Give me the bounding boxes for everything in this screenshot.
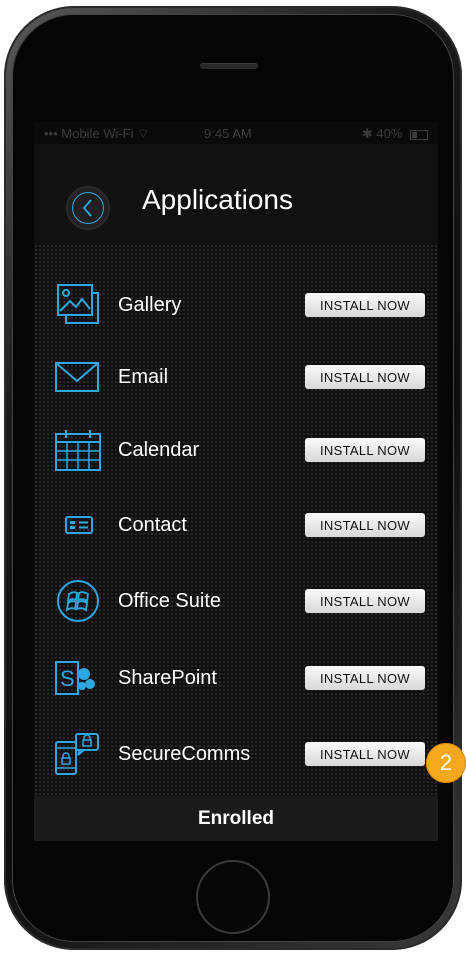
battery-percent: 40% — [376, 126, 403, 141]
status-bar: ••• Mobile Wi-Fi ⌔ 9:45 AM ✱ 40% — [34, 122, 438, 144]
contact-icon — [65, 516, 93, 534]
app-label-sharepoint: SharePoint — [118, 667, 217, 689]
calendar-icon — [55, 430, 101, 471]
app-label-gallery: Gallery — [118, 294, 182, 316]
bluetooth-icon: ✱ — [361, 126, 373, 141]
enrollment-status: Enrolled — [34, 796, 438, 841]
install-button-email[interactable]: INSTALL NOW — [305, 365, 425, 389]
battery-icon — [410, 129, 428, 140]
securecomms-icon — [55, 733, 99, 775]
app-label-office-suite: Office Suite — [118, 590, 222, 612]
install-button-securecomms[interactable]: INSTALL NOW — [305, 742, 425, 766]
install-button-contact[interactable]: INSTALL NOW — [305, 513, 425, 537]
install-button-calendar[interactable]: INSTALL NOW — [305, 438, 425, 462]
screen: ••• Mobile Wi-Fi ⌔ 9:45 AM ✱ 40% Applica… — [34, 122, 438, 841]
install-button-sharepoint[interactable]: INSTALL NOW — [305, 666, 425, 690]
gallery-icon — [57, 284, 99, 324]
install-button-office-suite[interactable]: INSTALL NOW — [305, 589, 425, 613]
list-item: Calendar INSTALL NOW — [34, 420, 438, 480]
list-item: Gallery INSTALL NOW — [34, 275, 438, 335]
list-item: S SharePoint INSTALL NOW — [34, 648, 438, 708]
signal-icon: ••• — [44, 126, 58, 141]
speaker-grille — [200, 63, 258, 69]
status-time: 9:45 AM — [204, 126, 252, 141]
list-item: Contact INSTALL NOW — [34, 495, 438, 555]
back-button[interactable] — [68, 188, 108, 228]
email-icon — [55, 362, 99, 392]
list-item: Email INSTALL NOW — [34, 347, 438, 407]
install-button-gallery[interactable]: INSTALL NOW — [305, 293, 425, 317]
wifi-icon: ⌔ — [137, 126, 150, 141]
svg-text:S: S — [60, 666, 75, 691]
chevron-left-icon — [82, 199, 92, 217]
carrier-label: ••• Mobile Wi-Fi ⌔ — [44, 126, 149, 142]
app-label-email: Email — [118, 366, 169, 388]
list-item: SecureComms INSTALL NOW — [34, 724, 438, 784]
list-item: Office Suite INSTALL NOW — [34, 571, 438, 631]
sharepoint-icon: S — [55, 661, 95, 695]
home-button[interactable] — [196, 860, 270, 934]
app-label-contact: Contact — [118, 514, 187, 536]
app-label-calendar: Calendar — [118, 439, 200, 461]
step-callout-badge: 2 — [426, 743, 466, 783]
header: Applications — [34, 144, 438, 244]
carrier-text: Mobile Wi-Fi — [61, 126, 134, 141]
app-list: Gallery INSTALL NOW Email INSTALL NOW Ca… — [34, 244, 438, 796]
battery-status: ✱ 40% — [362, 126, 428, 142]
office-suite-icon — [57, 580, 99, 622]
page-title: Applications — [142, 184, 293, 215]
app-label-securecomms: SecureComms — [118, 743, 251, 765]
